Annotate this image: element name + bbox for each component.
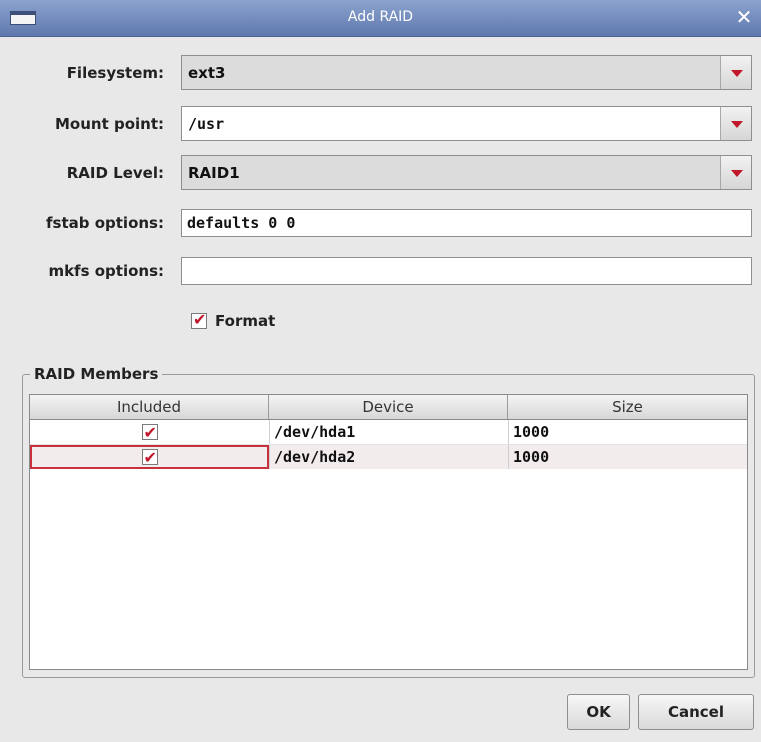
device-cell: /dev/hda1 bbox=[269, 420, 508, 444]
fstab-options-value: defaults 0 0 bbox=[187, 214, 296, 232]
format-checkbox[interactable]: ✔ bbox=[191, 310, 207, 329]
raid-level-select[interactable]: RAID1 bbox=[181, 155, 752, 190]
device-cell: /dev/hda2 bbox=[269, 445, 508, 469]
raid-level-dropdown-button[interactable] bbox=[720, 156, 751, 189]
raid-level-value: RAID1 bbox=[188, 164, 240, 182]
fstab-options-label: fstab options: bbox=[46, 214, 164, 232]
fstab-options-field[interactable]: defaults 0 0 bbox=[181, 209, 752, 237]
filesystem-label: Filesystem: bbox=[66, 64, 164, 82]
window-title: Add RAID bbox=[347, 9, 414, 25]
column-header-included[interactable]: Included bbox=[30, 395, 269, 419]
size-cell: 1000 bbox=[508, 445, 747, 469]
included-checkbox[interactable]: ✔ bbox=[141, 423, 158, 442]
included-checkbox[interactable]: ✔ bbox=[141, 448, 158, 467]
raid-level-label: RAID Level: bbox=[66, 164, 164, 182]
add-raid-dialog: Add RAID ✕ Filesystem: ext3 Mount point:… bbox=[0, 0, 761, 742]
column-header-device[interactable]: Device bbox=[269, 395, 508, 419]
size-cell: 1000 bbox=[508, 420, 747, 444]
mount-point-combo[interactable]: /usr bbox=[181, 106, 752, 141]
mkfs-options-field[interactable] bbox=[181, 257, 752, 285]
mount-point-value: /usr bbox=[188, 115, 225, 133]
mount-point-label: Mount point: bbox=[54, 115, 164, 133]
chevron-down-icon bbox=[731, 121, 743, 128]
title-bar[interactable]: Add RAID ✕ bbox=[0, 0, 761, 37]
included-cell[interactable]: ✔ bbox=[30, 445, 269, 469]
filesystem-value: ext3 bbox=[188, 64, 226, 82]
mount-point-dropdown-button[interactable] bbox=[720, 107, 751, 140]
table-row-selected[interactable]: ✔ /dev/hda2 1000 bbox=[30, 445, 747, 469]
raid-members-title: RAID Members bbox=[30, 365, 163, 383]
column-header-size[interactable]: Size bbox=[508, 395, 747, 419]
chevron-down-icon bbox=[731, 170, 743, 177]
checkmark-icon: ✔ bbox=[143, 423, 157, 442]
ok-button[interactable]: OK bbox=[567, 694, 630, 730]
close-icon[interactable]: ✕ bbox=[733, 5, 755, 29]
filesystem-select[interactable]: ext3 bbox=[181, 55, 752, 90]
table-row[interactable]: ✔ /dev/hda1 1000 bbox=[30, 420, 747, 445]
filesystem-dropdown-button[interactable] bbox=[720, 56, 751, 89]
format-label[interactable]: Format bbox=[215, 312, 275, 330]
cancel-button[interactable]: Cancel bbox=[638, 694, 754, 730]
checkmark-icon: ✔ bbox=[193, 310, 207, 329]
included-cell[interactable]: ✔ bbox=[30, 420, 269, 444]
chevron-down-icon bbox=[731, 70, 743, 77]
table-header: Included Device Size bbox=[30, 395, 747, 420]
checkmark-icon: ✔ bbox=[143, 448, 157, 467]
raid-members-table[interactable]: Included Device Size ✔ /dev/hda1 1000 ✔ … bbox=[29, 394, 748, 670]
mkfs-options-label: mkfs options: bbox=[48, 262, 164, 280]
